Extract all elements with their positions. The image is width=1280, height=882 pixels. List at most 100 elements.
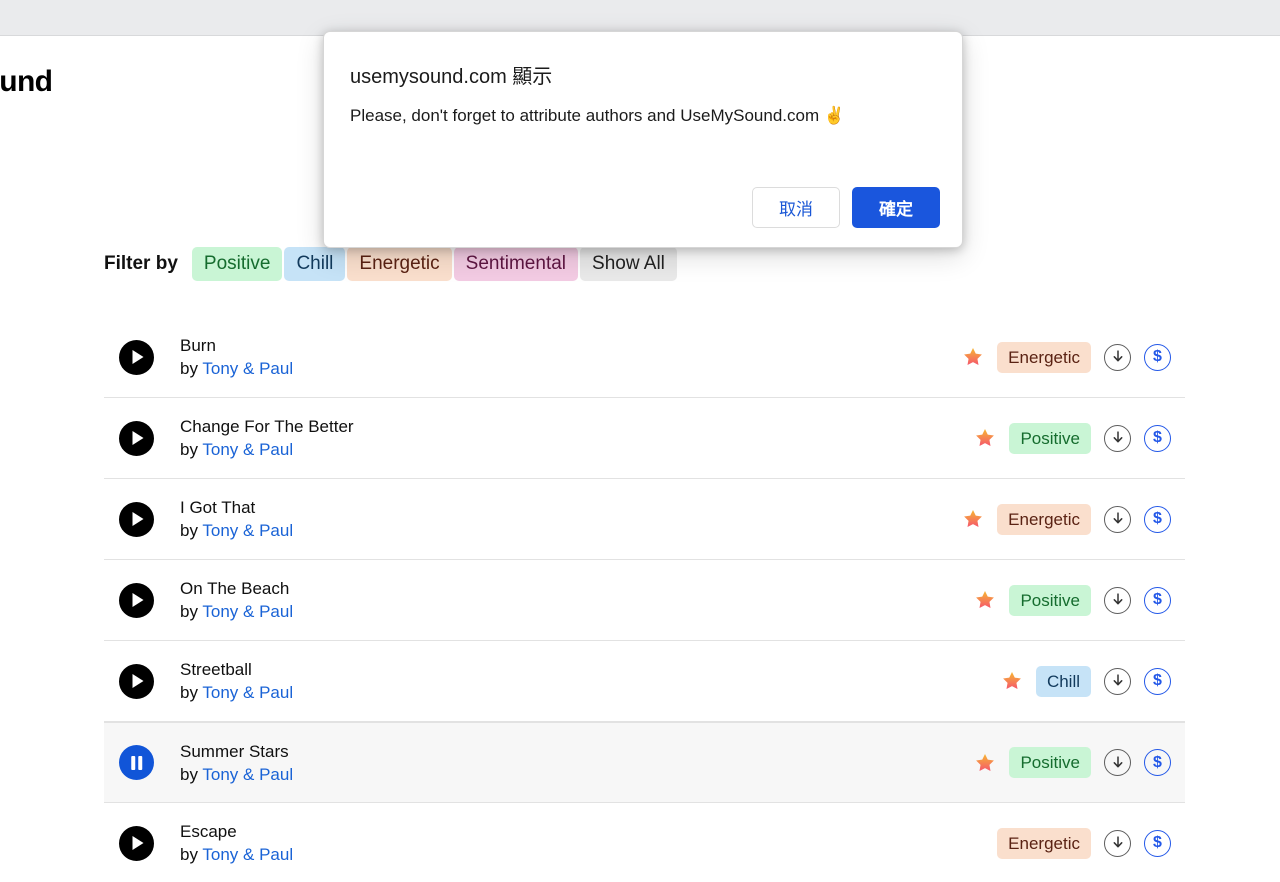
- download-circle-icon[interactable]: [1104, 506, 1131, 533]
- favorite-star-button[interactable]: [974, 427, 996, 449]
- play-icon: [132, 350, 143, 364]
- mood-tag[interactable]: Positive: [1009, 585, 1091, 616]
- download-circle-icon[interactable]: [1104, 830, 1131, 857]
- play-button[interactable]: [119, 583, 154, 618]
- dollar-circle-icon[interactable]: $: [1144, 425, 1171, 452]
- track-artist-link[interactable]: Tony & Paul: [202, 845, 293, 864]
- byline-prefix: by: [180, 359, 198, 378]
- dollar-sign-glyph: $: [1153, 430, 1162, 446]
- dollar-circle-icon[interactable]: $: [1144, 344, 1171, 371]
- dialog-title: usemysound.com 顯示: [350, 60, 552, 89]
- star-icon: [974, 752, 996, 774]
- track-row[interactable]: On The Beachby Tony & Paul Positive $: [104, 560, 1185, 641]
- javascript-alert-dialog: usemysound.com 顯示 Please, don't forget t…: [323, 31, 963, 248]
- dollar-circle-icon[interactable]: $: [1144, 587, 1171, 614]
- download-arrow-icon: [1112, 594, 1123, 607]
- play-icon: [132, 836, 143, 850]
- dollar-sign-glyph: $: [1153, 349, 1162, 365]
- filter-chip-show-all[interactable]: Show All: [580, 247, 677, 281]
- favorite-star-button[interactable]: [962, 508, 984, 530]
- track-meta: Escapeby Tony & Paul: [180, 820, 997, 866]
- dollar-circle-icon[interactable]: $: [1144, 830, 1171, 857]
- byline-prefix: by: [180, 440, 198, 459]
- filter-chip-positive[interactable]: Positive: [192, 247, 283, 281]
- play-button[interactable]: [119, 340, 154, 375]
- byline-prefix: by: [180, 683, 198, 702]
- download-circle-icon[interactable]: [1104, 344, 1131, 371]
- dollar-circle-icon[interactable]: $: [1144, 668, 1171, 695]
- dollar-circle-icon[interactable]: $: [1144, 506, 1171, 533]
- dollar-sign-glyph: $: [1153, 511, 1162, 527]
- play-button[interactable]: [119, 826, 154, 861]
- dialog-message: Please, don't forget to attribute author…: [350, 106, 845, 126]
- filter-chip-group: PositiveChillEnergeticSentimentalShow Al…: [192, 247, 679, 281]
- byline-prefix: by: [180, 521, 198, 540]
- play-icon: [132, 512, 143, 526]
- track-title: Burn: [180, 334, 962, 357]
- favorite-star-button[interactable]: [1001, 670, 1023, 692]
- play-icon: [132, 431, 143, 445]
- byline-prefix: by: [180, 602, 198, 621]
- filter-chip-sentimental[interactable]: Sentimental: [454, 247, 578, 281]
- track-row[interactable]: Streetballby Tony & Paul Chill $: [104, 641, 1185, 722]
- track-artist-link[interactable]: Tony & Paul: [202, 521, 293, 540]
- mood-tag[interactable]: Chill: [1036, 666, 1091, 697]
- track-artist-link[interactable]: Tony & Paul: [202, 602, 293, 621]
- favorite-star-button[interactable]: [974, 752, 996, 774]
- favorite-star-button[interactable]: [962, 346, 984, 368]
- star-icon: [974, 427, 996, 449]
- track-artist-link[interactable]: Tony & Paul: [202, 683, 293, 702]
- mood-tag[interactable]: Energetic: [997, 342, 1091, 373]
- track-title: I Got That: [180, 496, 962, 519]
- mood-tag[interactable]: Energetic: [997, 504, 1091, 535]
- track-meta: Change For The Betterby Tony & Paul: [180, 415, 974, 461]
- track-title: Summer Stars: [180, 740, 974, 763]
- track-actions: Positive $: [974, 747, 1171, 778]
- track-actions: Chill $: [1001, 666, 1171, 697]
- track-row[interactable]: Escapeby Tony & PaulEnergetic $: [104, 803, 1185, 882]
- track-artist-link[interactable]: Tony & Paul: [202, 765, 293, 784]
- download-circle-icon[interactable]: [1104, 587, 1131, 614]
- download-circle-icon[interactable]: [1104, 668, 1131, 695]
- dialog-confirm-button[interactable]: 確定: [852, 187, 940, 228]
- download-arrow-icon: [1112, 432, 1123, 445]
- pause-icon: [131, 756, 143, 770]
- download-circle-icon[interactable]: [1104, 425, 1131, 452]
- download-arrow-icon: [1112, 756, 1123, 769]
- track-byline: by Tony & Paul: [180, 600, 974, 623]
- download-circle-icon[interactable]: [1104, 749, 1131, 776]
- byline-prefix: by: [180, 765, 198, 784]
- filter-bar: Filter by PositiveChillEnergeticSentimen…: [104, 247, 679, 281]
- track-artist-link[interactable]: Tony & Paul: [202, 440, 293, 459]
- mood-tag[interactable]: Energetic: [997, 828, 1091, 859]
- track-row[interactable]: I Got That by Tony & Paul Energetic $: [104, 479, 1185, 560]
- track-row[interactable]: Summer Stars by Tony & Paul Positive $: [104, 722, 1185, 803]
- track-meta: Summer Stars by Tony & Paul: [180, 740, 974, 786]
- track-row[interactable]: Burnby Tony & PaulEnergetic$: [104, 317, 1185, 398]
- byline-prefix: by: [180, 845, 198, 864]
- play-button[interactable]: [119, 421, 154, 456]
- track-list: Burnby Tony & PaulEnergetic$Change For T…: [104, 317, 1185, 882]
- download-arrow-icon: [1112, 351, 1123, 364]
- filter-chip-chill[interactable]: Chill: [284, 247, 345, 281]
- site-logo[interactable]: ySound: [0, 65, 52, 99]
- star-icon: [974, 589, 996, 611]
- track-meta: On The Beachby Tony & Paul: [180, 577, 974, 623]
- favorite-star-button[interactable]: [974, 589, 996, 611]
- play-button[interactable]: [119, 664, 154, 699]
- track-meta: Streetballby Tony & Paul: [180, 658, 1001, 704]
- pause-button[interactable]: [119, 745, 154, 780]
- play-icon: [132, 674, 143, 688]
- play-button[interactable]: [119, 502, 154, 537]
- filter-by-label: Filter by: [104, 253, 178, 275]
- dialog-cancel-button[interactable]: 取消: [752, 187, 840, 228]
- track-artist-link[interactable]: Tony & Paul: [202, 359, 293, 378]
- mood-tag[interactable]: Positive: [1009, 423, 1091, 454]
- dollar-circle-icon[interactable]: $: [1144, 749, 1171, 776]
- mood-tag[interactable]: Positive: [1009, 747, 1091, 778]
- star-icon: [1001, 670, 1023, 692]
- filter-chip-energetic[interactable]: Energetic: [347, 247, 451, 281]
- track-byline: by Tony & Paul: [180, 357, 962, 380]
- track-meta: I Got That by Tony & Paul: [180, 496, 962, 542]
- track-row[interactable]: Change For The Betterby Tony & Paul Posit…: [104, 398, 1185, 479]
